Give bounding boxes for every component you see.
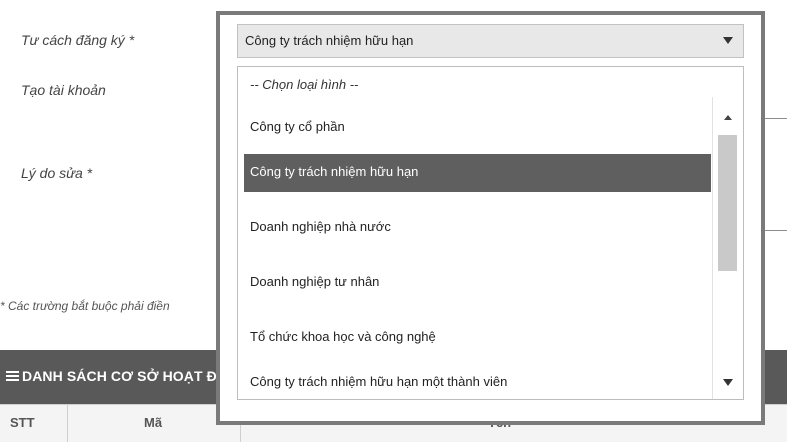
scroll-up-icon[interactable] xyxy=(724,115,732,120)
chevron-down-icon[interactable] xyxy=(723,37,733,44)
option-single-member-llc[interactable]: Công ty trách nhiệm hữu hạn một thành vi… xyxy=(244,364,711,399)
option-private-enterprise[interactable]: Doanh nghiệp tư nhân xyxy=(244,264,711,302)
option-joint-stock-company[interactable]: Công ty cổ phần xyxy=(244,109,711,147)
column-header-code: Mã xyxy=(144,415,163,430)
option-science-technology-org[interactable]: Tổ chức khoa học và công nghệ xyxy=(244,319,711,357)
option-state-enterprise[interactable]: Doanh nghiệp nhà nước xyxy=(244,209,711,247)
registration-type-options[interactable]: -- Chọn loại hình -- Công ty cổ phần Côn… xyxy=(237,66,744,400)
section-title: DANH SÁCH CƠ SỞ HOẠT ĐỘNG xyxy=(6,368,241,384)
options-scrollbar[interactable] xyxy=(712,97,743,399)
column-divider xyxy=(67,405,68,442)
registration-type-label: Tư cách đăng ký * xyxy=(21,32,135,48)
list-icon xyxy=(6,371,19,382)
selected-value: Công ty trách nhiệm hữu hạn xyxy=(245,33,414,48)
option-limited-liability-company[interactable]: Công ty trách nhiệm hữu hạn xyxy=(244,154,711,192)
scrollbar-thumb[interactable] xyxy=(718,135,737,271)
option-placeholder[interactable]: -- Chọn loại hình -- xyxy=(244,71,711,97)
scroll-down-icon[interactable] xyxy=(723,379,733,386)
edit-reason-label: Lý do sửa * xyxy=(21,165,93,181)
required-fields-hint: * Các trường bắt buộc phải điền xyxy=(0,299,170,313)
registration-type-select[interactable]: Công ty trách nhiệm hữu hạn xyxy=(237,24,744,58)
section-title-text: DANH SÁCH CƠ SỞ HOẠT ĐỘNG xyxy=(22,368,241,384)
column-header-stt: STT xyxy=(10,415,35,430)
create-account-label: Tạo tài khoản xyxy=(21,82,106,98)
